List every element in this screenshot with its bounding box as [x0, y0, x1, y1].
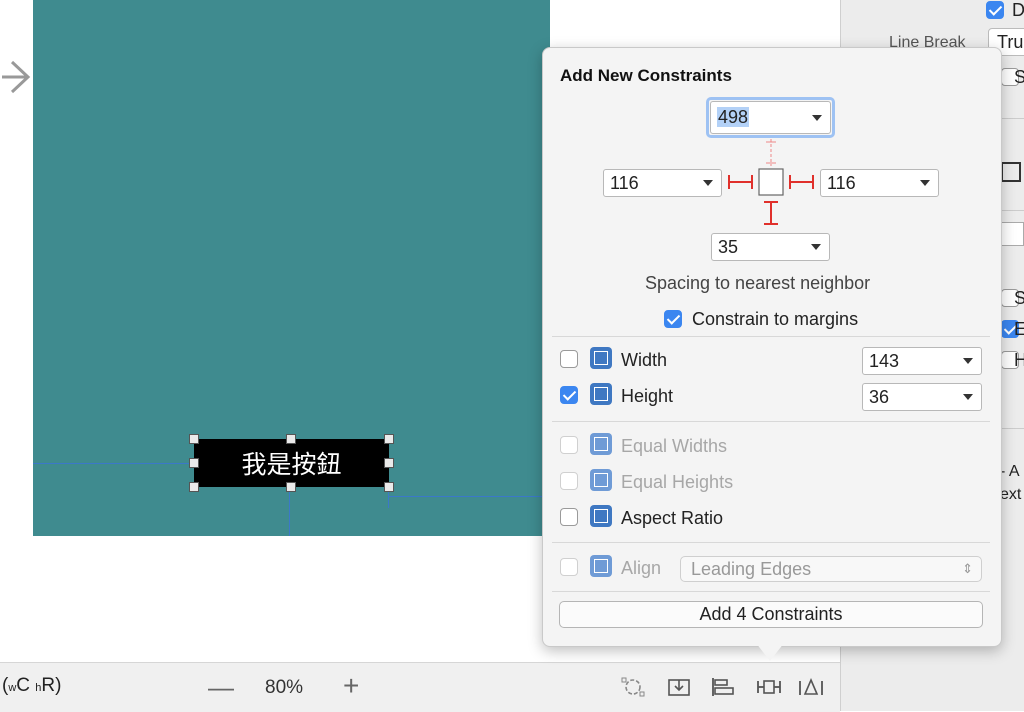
height-icon — [590, 383, 612, 405]
right-constraint-strut[interactable] — [789, 175, 814, 189]
width-label: Width — [621, 350, 668, 370]
height-caret-icon[interactable] — [963, 394, 973, 400]
add-constraints-icon[interactable] — [756, 676, 782, 698]
separator-3 — [552, 542, 990, 543]
left-spacing-combo[interactable]: 116 — [603, 169, 722, 197]
bottom-spacing-combo[interactable]: 35 — [711, 233, 830, 261]
resize-handle-bl[interactable] — [189, 482, 199, 492]
left-constraint-strut[interactable] — [728, 175, 753, 189]
aspect-ratio-icon — [590, 505, 612, 527]
add-constraints-button-label: Add 4 Constraints — [699, 604, 843, 624]
bottom-constraint-strut[interactable] — [764, 201, 778, 225]
inspector-checkbox-d[interactable] — [986, 1, 1004, 19]
width-checkbox[interactable] — [560, 350, 578, 368]
equal-widths-label: Equal Widths — [621, 436, 728, 456]
equal-widths-icon — [590, 433, 612, 455]
resize-handle-tc[interactable] — [286, 434, 296, 444]
zoom-level: 80% — [265, 677, 304, 698]
entry-point-arrow-icon — [2, 60, 31, 94]
zoom-in-button[interactable]: + — [343, 670, 359, 702]
constrain-margins-label: Constrain to margins — [692, 309, 859, 329]
constraint-diagram — [728, 139, 814, 225]
size-class-w-value: C — [16, 675, 31, 696]
height-checkbox[interactable] — [560, 386, 578, 404]
separator-4 — [552, 591, 990, 592]
width-value: 143 — [869, 351, 900, 371]
constraint-guide-right — [389, 496, 550, 497]
resize-handle-mr[interactable] — [384, 458, 394, 468]
selected-button[interactable]: 我是按鈕 — [194, 439, 389, 487]
bottom-spacing-value: 35 — [718, 237, 739, 257]
right-spacing-combo[interactable]: 116 — [820, 169, 939, 197]
resize-handle-bc[interactable] — [286, 482, 296, 492]
inspector-divider-1 — [1001, 118, 1024, 119]
spacing-label: Spacing to nearest neighbor — [645, 273, 871, 293]
left-spacing-value: 116 — [610, 173, 639, 193]
resolve-autolayout-icon[interactable] — [798, 676, 824, 698]
constraint-guide-left — [33, 463, 194, 464]
separator-1 — [552, 336, 990, 337]
resize-handle-tl[interactable] — [189, 434, 199, 444]
add-constraints-button[interactable]: Add 4 Constraints — [559, 601, 983, 628]
button-title: 我是按鈕 — [241, 450, 342, 479]
top-spacing-value: 498 — [717, 107, 750, 127]
inspector-divider-2 — [1001, 210, 1024, 211]
top-spacing-combo[interactable]: 498 — [710, 101, 831, 134]
inspector-partial-label-s2: S — [1014, 288, 1024, 308]
equal-heights-label: Equal Heights — [621, 472, 734, 492]
inspector-swatch-1[interactable] — [1001, 162, 1021, 182]
zoom-out-button[interactable]: — — [208, 672, 234, 703]
align-checkbox[interactable] — [560, 558, 578, 576]
bottom-spacing-caret-icon[interactable] — [811, 244, 821, 250]
resize-handle-tr[interactable] — [384, 434, 394, 444]
top-spacing-caret-icon[interactable] — [812, 115, 822, 121]
popover-title: Add New Constraints — [560, 66, 732, 85]
resolve-issues-icon[interactable] — [620, 676, 646, 698]
line-break-value: Tru — [997, 32, 1024, 52]
left-spacing-caret-icon[interactable] — [703, 180, 713, 186]
inspector-partial-label-s1: S — [1014, 67, 1024, 87]
view-square-icon — [758, 168, 784, 196]
align-icon[interactable] — [710, 676, 736, 698]
separator-2 — [552, 421, 990, 422]
resize-handle-ml[interactable] — [189, 458, 199, 468]
width-caret-icon[interactable] — [963, 358, 973, 364]
inspector-partial-label-h: H — [1014, 350, 1024, 370]
right-spacing-caret-icon[interactable] — [920, 180, 930, 186]
height-combo[interactable]: 36 — [862, 383, 982, 411]
constrain-margins-checkbox[interactable] — [664, 310, 682, 328]
inspector-swatch-2[interactable] — [1001, 222, 1024, 246]
size-class-control[interactable]: (wC hR) — [2, 675, 61, 697]
align-label: Align — [621, 558, 662, 578]
inspector-partial-text-1: - A — [1000, 463, 1020, 480]
align-value: Leading Edges — [691, 559, 812, 579]
width-combo[interactable]: 143 — [862, 347, 982, 375]
equal-widths-checkbox[interactable] — [560, 436, 578, 454]
equal-heights-icon — [590, 469, 612, 491]
inspector-partial-label-d: D — [1012, 0, 1024, 20]
align-popup[interactable]: Leading Edges ⇕ — [680, 556, 982, 582]
align-icon-popover — [590, 555, 612, 577]
height-value: 36 — [869, 387, 890, 407]
inspector-divider-3 — [1001, 428, 1024, 429]
width-icon — [590, 347, 612, 369]
aspect-ratio-checkbox[interactable] — [560, 508, 578, 526]
aspect-ratio-label: Aspect Ratio — [621, 508, 724, 528]
embed-in-stack-icon[interactable] — [666, 676, 692, 698]
size-class-h-value: R — [41, 675, 56, 696]
right-spacing-value: 116 — [827, 173, 856, 193]
inspector-partial-text-2: ext — [1000, 486, 1022, 503]
equal-heights-checkbox[interactable] — [560, 472, 578, 490]
resize-handle-br[interactable] — [384, 482, 394, 492]
constraint-guide-bottom — [289, 489, 290, 536]
inspector-partial-label-e: E — [1014, 319, 1024, 339]
updown-chevron-icon: ⇕ — [962, 561, 973, 576]
popover-arrow — [756, 643, 784, 661]
height-label: Height — [621, 386, 674, 406]
